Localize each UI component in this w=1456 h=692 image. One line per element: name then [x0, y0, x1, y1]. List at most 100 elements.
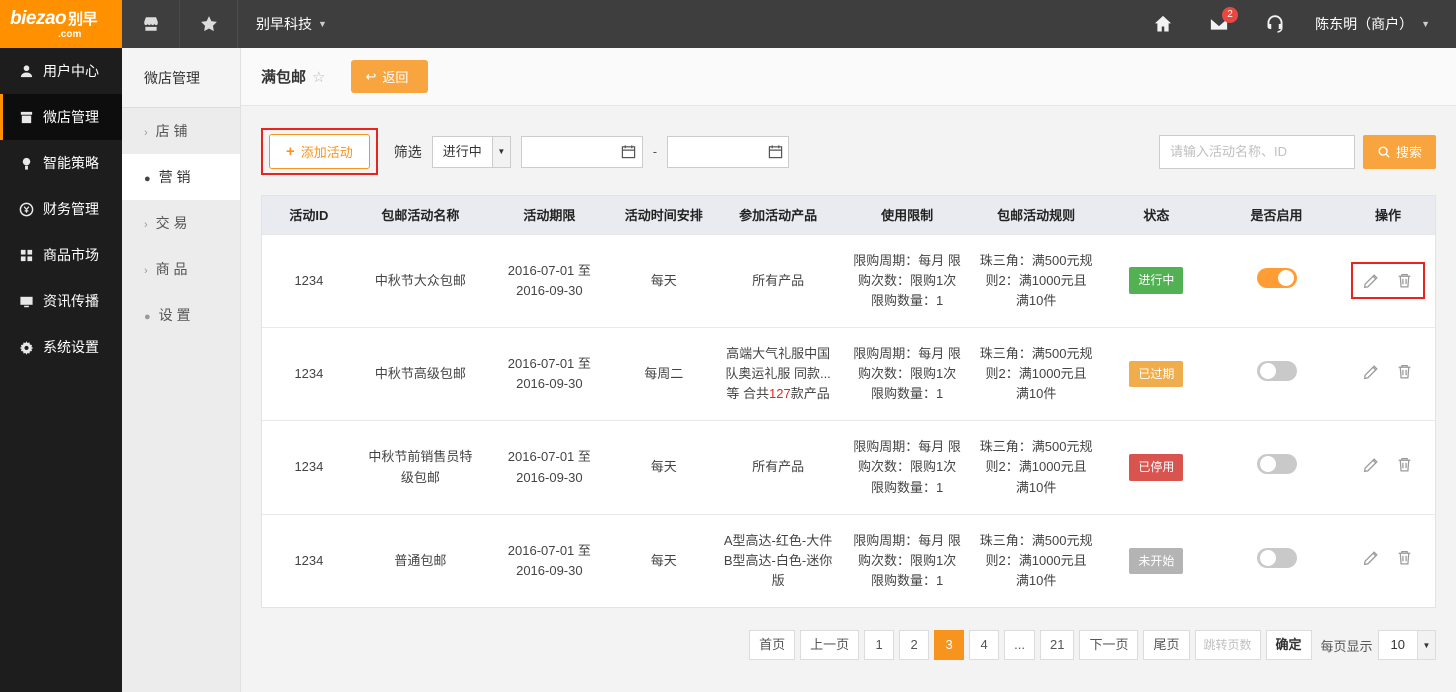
col-header-limits: 使用限制: [843, 196, 972, 234]
sidebar-item-user-center[interactable]: 用户中心: [0, 48, 122, 94]
pagination-first[interactable]: 首页: [749, 630, 795, 660]
search-icon: [1377, 145, 1391, 159]
sub-item-trade[interactable]: ›交 易: [122, 200, 240, 246]
add-activity-button[interactable]: + 添加活动: [269, 134, 370, 169]
status-badge: 已停用: [1129, 454, 1183, 481]
sidebar-item-label: 微店管理: [43, 107, 99, 127]
pagination-last[interactable]: 尾页: [1143, 630, 1189, 660]
delete-icon[interactable]: [1396, 272, 1413, 289]
cell-limits: 限购周期：每月 限购次数：限购1次 限购数量：1: [843, 514, 972, 607]
col-header-actions: 操作: [1341, 196, 1435, 234]
sub-item-shop[interactable]: ›店 铺: [122, 108, 240, 154]
search-input[interactable]: [1159, 135, 1355, 169]
per-page-select[interactable]: 10 ▼: [1378, 630, 1436, 660]
table-row: 1234 普通包邮 2016-07-01 至 2016-09-30 每天 A型高…: [262, 514, 1435, 607]
toolbar: + 添加活动 筛选 进行中 ▼ - 搜索: [241, 106, 1456, 195]
date-to-field[interactable]: [667, 136, 789, 168]
back-button[interactable]: ↩ 返回: [351, 60, 428, 93]
status-filter-select[interactable]: 进行中 ▼: [432, 136, 511, 168]
date-to-input[interactable]: [668, 137, 762, 167]
col-header-period: 活动期限: [485, 196, 614, 234]
status-filter-value: 进行中: [433, 137, 492, 167]
cell-limits: 限购周期：每月 限购次数：限购1次 限购数量：1: [843, 421, 972, 514]
products-text: 款产品: [791, 386, 830, 401]
pagination-page-1[interactable]: 1: [864, 630, 894, 660]
pagination-page-2[interactable]: 2: [899, 630, 929, 660]
calendar-icon[interactable]: [616, 137, 642, 167]
delete-icon[interactable]: [1396, 549, 1413, 566]
cell-rules: 珠三角：满500元规则2：满1000元且满10件: [972, 421, 1101, 514]
enable-toggle[interactable]: [1257, 361, 1297, 381]
sidebar-item-smart-strategy[interactable]: 智能策略: [0, 140, 122, 186]
products-count: 127: [769, 386, 791, 401]
home-button[interactable]: [1135, 0, 1191, 48]
user-menu[interactable]: 陈东明（商户） ▼: [1303, 14, 1456, 34]
date-from-field[interactable]: [521, 136, 643, 168]
pagination-page-4[interactable]: 4: [969, 630, 999, 660]
chevron-down-icon: ▼: [492, 137, 510, 167]
chevron-right-icon: ›: [144, 265, 148, 277]
logo[interactable]: biezao别早 .com: [0, 0, 122, 48]
edit-icon[interactable]: [1363, 363, 1380, 380]
cell-period: 2016-07-01 至 2016-09-30: [485, 514, 614, 607]
cell-id: 1234: [262, 421, 356, 514]
sidebar-item-finance[interactable]: 财务管理: [0, 186, 122, 232]
enable-toggle[interactable]: [1257, 548, 1297, 568]
col-header-name: 包邮活动名称: [356, 196, 485, 234]
cell-id: 1234: [262, 234, 356, 327]
headset-icon: [1265, 14, 1285, 34]
edit-icon[interactable]: [1363, 272, 1380, 289]
sub-item-settings[interactable]: ●设 置: [122, 292, 240, 338]
edit-icon[interactable]: [1363, 549, 1380, 566]
pagination-page-21[interactable]: 21: [1040, 630, 1074, 660]
enable-toggle[interactable]: [1257, 268, 1297, 288]
search-button[interactable]: 搜索: [1363, 135, 1436, 169]
customer-service-button[interactable]: [1247, 0, 1303, 48]
shop-icon[interactable]: [122, 0, 180, 48]
primary-sidebar: 用户中心 微店管理 智能策略 财务管理 商品市场 资讯传播 系统设置: [0, 48, 122, 692]
cell-limits: 限购周期：每月 限购次数：限购1次 限购数量：1: [843, 234, 972, 327]
pagination-page-3-active[interactable]: 3: [934, 630, 964, 660]
sidebar-item-store-management[interactable]: 微店管理: [0, 94, 122, 140]
cell-period: 2016-07-01 至 2016-09-30: [485, 327, 614, 420]
star-icon: [200, 15, 218, 33]
sidebar-item-news-spread[interactable]: 资讯传播: [0, 278, 122, 324]
gear-icon: [19, 340, 34, 355]
pagination-confirm-button[interactable]: 确定: [1266, 630, 1312, 660]
company-switcher[interactable]: 别早科技 ▼: [238, 0, 345, 48]
messages-button[interactable]: 2: [1191, 0, 1247, 48]
strategy-icon: [19, 156, 34, 171]
status-badge: 未开始: [1129, 548, 1183, 575]
plus-icon: +: [286, 143, 295, 160]
toggle-knob: [1260, 456, 1276, 472]
edit-icon[interactable]: [1363, 456, 1380, 473]
add-activity-label: 添加活动: [301, 142, 353, 161]
cell-products: 所有产品: [714, 421, 843, 514]
sidebar-item-system-settings[interactable]: 系统设置: [0, 324, 122, 370]
sub-item-goods[interactable]: ›商 品: [122, 246, 240, 292]
table-row: 1234 中秋节大众包邮 2016-07-01 至 2016-09-30 每天 …: [262, 234, 1435, 327]
col-header-schedule: 活动时间安排: [614, 196, 714, 234]
sub-item-marketing[interactable]: ●营 销: [122, 154, 240, 200]
shop-icon: [142, 15, 160, 33]
calendar-icon[interactable]: [762, 137, 788, 167]
pagination-jump-input[interactable]: 跳转页数: [1195, 630, 1261, 660]
col-header-products: 参加活动产品: [714, 196, 843, 234]
sub-item-label: 店 铺: [156, 123, 188, 139]
enable-toggle[interactable]: [1257, 454, 1297, 474]
sidebar-item-product-market[interactable]: 商品市场: [0, 232, 122, 278]
delete-icon[interactable]: [1396, 363, 1413, 380]
star-icon[interactable]: [180, 0, 238, 48]
pagination-prev[interactable]: 上一页: [800, 630, 859, 660]
cell-products: 所有产品: [714, 234, 843, 327]
user-name: 陈东明（商户）: [1315, 14, 1413, 34]
delete-icon[interactable]: [1396, 456, 1413, 473]
bullet-icon: ●: [144, 311, 151, 323]
cell-schedule: 每天: [614, 234, 714, 327]
pagination-next[interactable]: 下一页: [1079, 630, 1138, 660]
date-from-input[interactable]: [522, 137, 616, 167]
favorite-star-icon[interactable]: ☆: [312, 69, 325, 86]
chevron-right-icon: ›: [144, 219, 148, 231]
col-header-rules: 包邮活动规则: [972, 196, 1101, 234]
pagination-ellipsis[interactable]: ...: [1004, 630, 1035, 660]
